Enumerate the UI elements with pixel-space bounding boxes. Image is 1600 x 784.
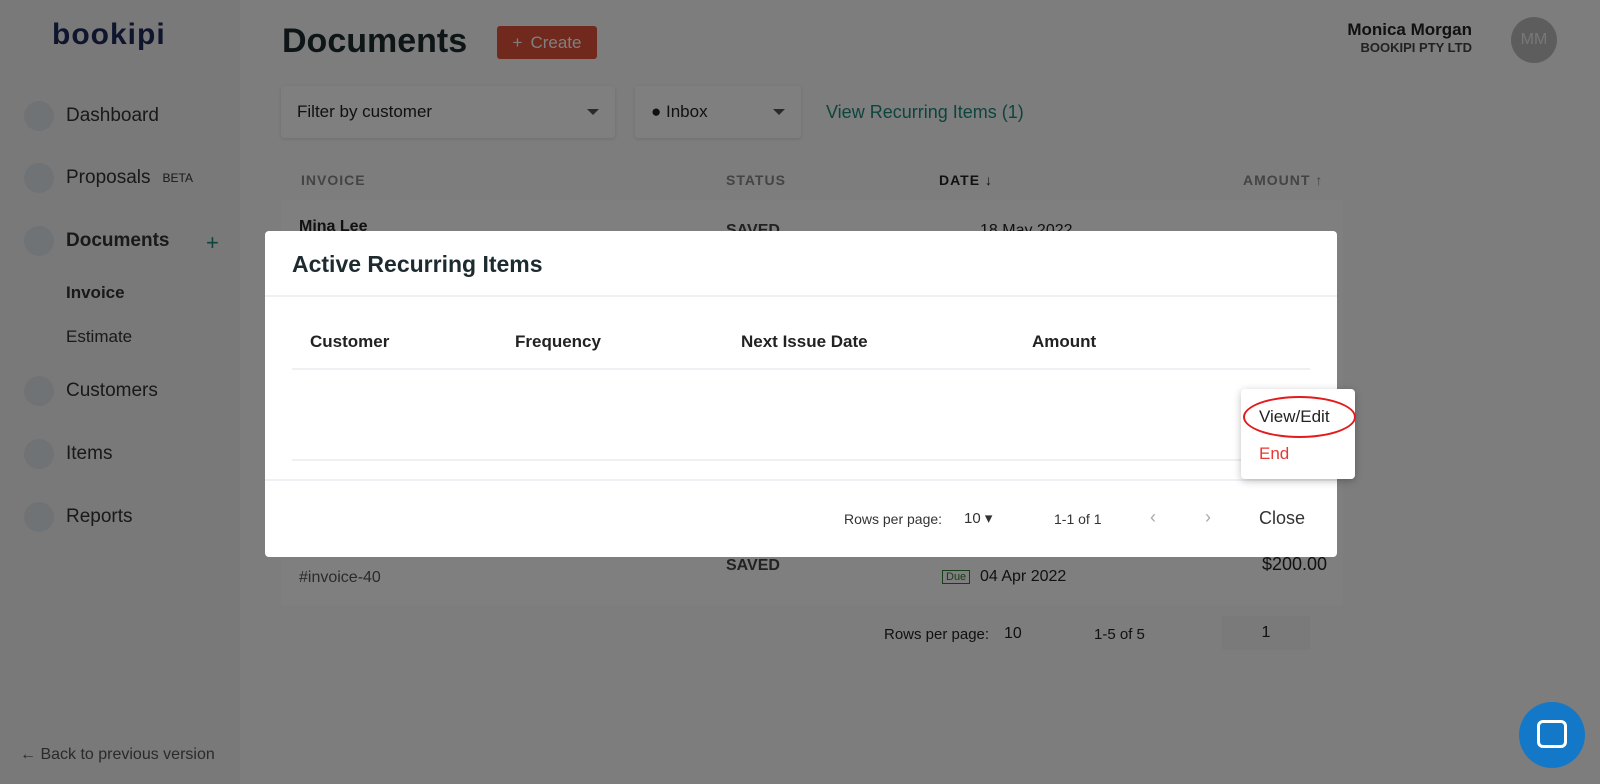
row-actions-menu: View/Edit End xyxy=(1241,389,1356,479)
col-frequency: Frequency xyxy=(515,332,601,351)
pagination-range: 1-1 of 1 xyxy=(1054,511,1102,527)
chat-launcher-button[interactable] xyxy=(1519,702,1585,768)
divider xyxy=(292,459,1310,461)
next-page-icon[interactable]: › xyxy=(1205,507,1211,528)
divider xyxy=(292,368,1310,370)
rows-value: 10 xyxy=(964,510,981,527)
modal-title: Active Recurring Items xyxy=(265,231,1337,297)
divider xyxy=(265,479,1337,481)
col-amount: Amount xyxy=(1032,332,1097,351)
col-next-issue-date: Next Issue Date xyxy=(741,332,868,351)
rows-per-page-label: Rows per page: xyxy=(844,511,943,527)
end-menu-item[interactable]: End xyxy=(1259,444,1289,464)
prev-page-icon[interactable]: ‹ xyxy=(1150,507,1156,528)
active-recurring-items-modal: Active Recurring Items Customer Frequenc… xyxy=(265,231,1337,557)
close-button[interactable]: Close xyxy=(1259,508,1305,529)
highlight-circle xyxy=(1243,396,1356,438)
col-customer: Customer xyxy=(310,332,390,351)
rows-per-page-select[interactable]: 10 ▾ xyxy=(964,509,992,527)
chat-icon xyxy=(1537,720,1567,748)
